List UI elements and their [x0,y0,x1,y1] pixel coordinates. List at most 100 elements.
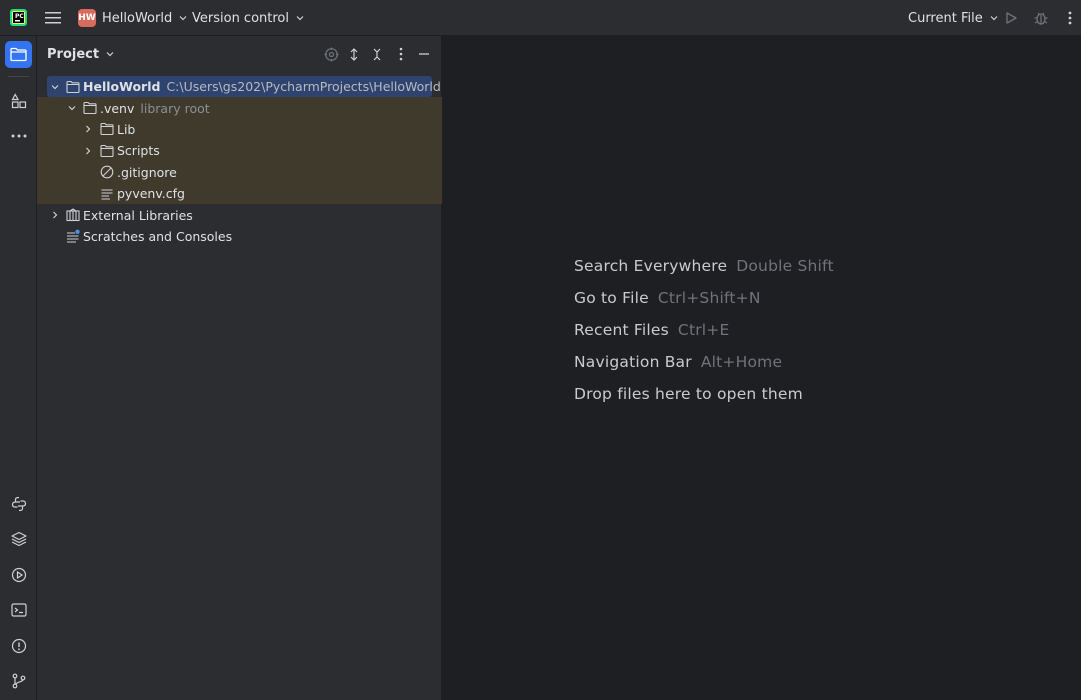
tree-node-label: External Libraries [83,207,193,223]
folder-icon [10,47,27,62]
layers-tool-button[interactable] [5,525,32,552]
project-tree: HelloWorld C:\Users\gs202\PycharmProjects… [37,76,442,247]
tree-node-note: library root [140,100,210,116]
hint-label: Search Everywhere [574,257,728,275]
project-view-selector[interactable]: Project [47,36,115,72]
project-name: HelloWorld [102,10,173,26]
git-tool-button[interactable] [5,667,32,694]
run-config-label: Current File [908,10,983,26]
tree-node-scripts[interactable]: Scripts [37,140,442,161]
chevron-right-icon[interactable] [50,210,60,220]
more-vertical-icon [1068,11,1072,25]
panel-options-button[interactable] [392,45,410,63]
tree-node-root[interactable]: HelloWorld C:\Users\gs202\PycharmProjects… [37,76,442,97]
hint-shortcut: Ctrl+Shift+N [657,289,761,307]
hint-shortcut: Alt+Home [700,353,783,371]
terminal-tool-button[interactable] [5,596,32,623]
hint-label: Recent Files [574,321,669,339]
hint-label: Navigation Bar [574,353,692,371]
svg-text:PC: PC [15,13,24,20]
stripe-separator [8,76,29,77]
hint-label: Drop files here to open them [574,385,803,403]
run-button[interactable] [1002,0,1020,36]
version-control-menu[interactable]: Version control [192,0,305,36]
git-icon [12,673,25,688]
folder-icon [83,102,97,115]
project-badge: HW [78,9,96,27]
problems-tool-button[interactable] [5,632,32,659]
hint-drop-files: Drop files here to open them [574,385,803,403]
chevron-down-icon[interactable] [67,103,77,113]
project-panel-header: Project [37,36,442,72]
tree-node-pyvenv[interactable]: pyvenv.cfg [37,183,442,204]
structure-tool-button[interactable] [5,87,32,114]
more-horizontal-icon [11,134,26,137]
ignored-file-icon [100,165,114,179]
tree-node-label: .gitignore [117,164,177,180]
app-logo: PC [10,9,27,26]
tree-node-path: C:\Users\gs202\PycharmProjects\HelloWorl… [166,79,441,95]
folder-icon [66,80,80,93]
tree-node-venv[interactable]: .venv library root [37,97,442,118]
chevron-down-icon [296,16,304,21]
project-tool-button[interactable] [5,41,32,68]
tree-node-scratches[interactable]: Scratches and Consoles [37,226,442,247]
main-menu-button[interactable] [42,0,64,36]
panel-title: Project [47,46,100,62]
tree-node-label: .venv [100,100,135,116]
tool-window-stripe [0,36,37,700]
layers-icon [10,531,27,546]
run-config-selector[interactable]: Current File [908,0,999,36]
chevron-down-icon [179,16,187,21]
python-console-icon [11,496,26,511]
scratches-icon [67,230,80,243]
problems-icon [11,638,26,653]
text-file-icon [101,189,113,200]
options-icon [399,47,403,61]
editor-area[interactable]: Search Everywhere Double Shift Go to File… [443,36,1081,700]
more-tools-button[interactable] [5,122,32,149]
locate-icon [324,47,338,61]
run-icon [1006,12,1017,24]
debug-icon [1034,12,1048,25]
terminal-icon [10,602,27,617]
hint-label: Go to File [574,289,649,307]
chevron-down-icon[interactable] [50,82,60,92]
tree-node-label: Scratches and Consoles [83,228,233,244]
structure-icon [10,92,26,108]
library-icon [66,208,80,222]
services-tool-button[interactable] [5,561,32,588]
project-panel: Project HelloWorld C:\Users\gs202\Pycharm… [37,36,442,700]
hamburger-menu-icon [45,12,61,24]
hint-shortcut: Double Shift [736,257,834,275]
project-switcher[interactable]: HW HelloWorld [78,0,188,36]
collapse-all-icon [373,48,381,60]
venv-group: .venv library root Lib Scripts .gitignore… [37,97,442,205]
tree-node-label: Scripts [117,143,160,159]
debug-button[interactable] [1032,0,1050,36]
locate-file-button[interactable] [322,45,340,63]
tree-node-external-libraries[interactable]: External Libraries [37,204,442,225]
expand-all-button[interactable] [345,45,363,63]
python-console-button[interactable] [5,490,32,517]
chevron-down-icon [990,16,998,21]
expand-all-icon [350,47,358,61]
hint-go-to-file: Go to File Ctrl+Shift+N [574,289,761,307]
more-actions-button[interactable] [1062,0,1078,36]
services-icon [11,567,26,582]
tree-node-label: pyvenv.cfg [117,186,185,202]
hint-shortcut: Ctrl+E [677,321,730,339]
tree-node-label: Lib [117,121,136,137]
minimize-panel-button[interactable] [415,45,433,63]
vcs-label: Version control [192,10,289,26]
hint-navigation-bar: Navigation Bar Alt+Home [574,353,782,371]
chevron-right-icon[interactable] [83,124,93,134]
folder-icon [100,123,114,136]
collapse-all-button[interactable] [368,45,386,63]
minimize-icon [419,53,429,55]
tree-node-lib[interactable]: Lib [37,119,442,140]
tree-node-gitignore[interactable]: .gitignore [37,162,442,183]
tree-node-label: HelloWorld [83,79,161,95]
hint-search-everywhere: Search Everywhere Double Shift [574,257,834,275]
chevron-right-icon[interactable] [83,146,93,156]
